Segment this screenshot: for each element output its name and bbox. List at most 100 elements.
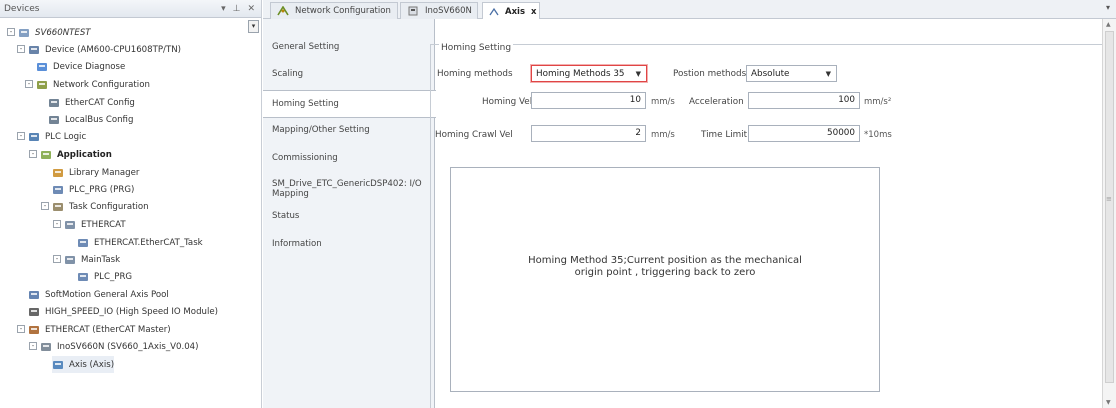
tree-item-plc-prg-prg[interactable]: PLC_PRG (PRG) (52, 181, 134, 198)
side-tab-label: General Setting (272, 42, 340, 52)
network-icon (277, 5, 289, 16)
homing-vel-unit: mm/s (651, 97, 675, 107)
tree-collapse-icon[interactable]: - (29, 342, 37, 350)
tree-collapse-icon[interactable]: - (17, 132, 25, 140)
tree-collapse-icon[interactable]: - (17, 325, 25, 333)
editor-vertical-scrollbar[interactable]: ▲ ≡ ▼ (1102, 19, 1116, 408)
tree-item-application[interactable]: - Application (29, 146, 112, 163)
panel-menu-icon[interactable]: ▾ (221, 4, 226, 14)
homing-methods-select[interactable]: Homing Methods 35 ▼ (531, 65, 647, 82)
tab-inosv660n[interactable]: InoSV660N (400, 2, 478, 19)
side-tab-general-setting[interactable]: General Setting (263, 37, 435, 57)
side-tab-status[interactable]: Status (263, 206, 435, 226)
devices-panel-title: Devices (4, 3, 40, 14)
tree-item-plc-logic[interactable]: - PLC Logic (17, 128, 86, 145)
tree-item-ethercat[interactable]: - ETHERCAT (53, 216, 126, 233)
tree-item-label: ETHERCAT (EtherCAT Master) (45, 324, 171, 335)
homing-vel-input[interactable]: 10 (531, 92, 646, 109)
homing-crawl-vel-input[interactable]: 2 (531, 125, 646, 142)
settings-side-tabs: General Setting Scaling Homing Setting M… (263, 19, 436, 408)
module-icon (28, 306, 41, 318)
tree-item-label: PLC_PRG (PRG) (69, 184, 135, 195)
master-icon (28, 324, 41, 336)
tree-item-library-manager[interactable]: Library Manager (52, 164, 139, 181)
tree-item-label: Axis (Axis) (69, 359, 115, 370)
tree-item-label: Device (AM600-CPU1608TP/TN) (45, 44, 181, 55)
side-tab-homing-setting[interactable]: Homing Setting (263, 90, 436, 118)
tree-scroll-button[interactable]: ▾ (248, 20, 259, 33)
tree-item-label: Task Configuration (69, 201, 149, 212)
tree-item-label: SV660NTEST (35, 27, 91, 38)
diagnose-icon (36, 61, 49, 73)
homing-crawl-vel-label: Homing Crawl Vel (435, 130, 513, 140)
side-tab-commissioning[interactable]: Commissioning (263, 148, 435, 168)
tree-collapse-icon[interactable]: - (41, 202, 49, 210)
acceleration-unit: mm/s² (864, 97, 892, 107)
tree-item-label: HIGH_SPEED_IO (High Speed IO Module) (45, 306, 218, 317)
side-tab-io-mapping[interactable]: SM_Drive_ETC_GenericDSP402: I/O Mapping (263, 172, 435, 206)
tree-item-inosv660n-sv660-1axis-v0-04[interactable]: - InoSV660N (SV660_1Axis_V0.04) (29, 338, 198, 355)
side-tab-label: Status (272, 211, 300, 221)
homing-methods-value: Homing Methods 35 (536, 68, 625, 79)
position-methods-select[interactable]: Absolute ▼ (746, 65, 837, 82)
tree-item-sv660ntest[interactable]: - SV660NTEST (7, 24, 91, 41)
tree-item-ethercat-config[interactable]: EtherCAT Config (48, 94, 135, 111)
acceleration-input[interactable]: 100 (748, 92, 860, 109)
chevron-down-icon: ▼ (825, 70, 831, 78)
tree-collapse-icon[interactable]: - (53, 220, 61, 228)
tree-item-plc-prg[interactable]: PLC_PRG (77, 268, 132, 285)
chevron-down-icon: ▼ (635, 70, 641, 78)
side-tab-mapping-other-setting[interactable]: Mapping/Other Setting (263, 120, 435, 140)
tree-collapse-icon[interactable]: - (25, 80, 33, 88)
homing-description-line2: origin point , triggering back to zero (574, 267, 756, 278)
tree-collapse-icon[interactable]: - (29, 150, 37, 158)
tree-item-network-configuration[interactable]: - Network Configuration (25, 76, 150, 93)
task-config-icon (52, 201, 65, 213)
tab-label: InoSV660N (425, 6, 472, 16)
tree-item-localbus-config[interactable]: LocalBus Config (48, 111, 133, 128)
homing-setting-group-title: Homing Setting (439, 43, 514, 53)
homing-description-box: Homing Method 35;Current position as the… (450, 167, 880, 392)
task-icon (64, 254, 77, 266)
tree-item-high-speed-io-high-speed-io-module[interactable]: HIGH_SPEED_IO (High Speed IO Module) (28, 303, 218, 320)
tab-list-dropdown-icon[interactable]: ▾ (1106, 3, 1110, 12)
tree-item-label: Library Manager (69, 167, 140, 178)
tree-item-label: LocalBus Config (65, 114, 134, 125)
acceleration-label: Acceleration (689, 97, 744, 107)
side-tab-label: Homing Setting (272, 99, 339, 109)
tab-network-configuration[interactable]: Network Configuration (270, 2, 398, 19)
scroll-up-icon[interactable]: ▲ (1106, 21, 1111, 28)
tree-item-device-diagnose[interactable]: Device Diagnose (36, 58, 125, 75)
side-tab-information[interactable]: Information (263, 234, 435, 254)
program-icon (77, 237, 90, 249)
tree-item-device-am600-cpu1608tp-tn[interactable]: - Device (AM600-CPU1608TP/TN) (17, 41, 181, 58)
tree-collapse-icon[interactable]: - (53, 255, 61, 263)
tree-item-axis-axis[interactable]: Axis (Axis) (52, 356, 115, 373)
tree-item-softmotion-general-axis-pool[interactable]: SoftMotion General Axis Pool (28, 286, 169, 303)
tree-item-label: Network Configuration (53, 79, 150, 90)
side-tab-label: Information (272, 239, 322, 249)
scrollbar-thumb[interactable] (1105, 31, 1114, 383)
device-icon (28, 44, 41, 56)
devices-panel: Devices ▾ ⊥ ✕ ▾ - SV660NTEST - Device (AM60… (0, 0, 262, 408)
tree-collapse-icon[interactable]: - (7, 28, 15, 36)
tree-item-ethercat-ethercat-master[interactable]: - ETHERCAT (EtherCAT Master) (17, 321, 171, 338)
tree-item-label: Device Diagnose (53, 61, 126, 72)
panel-close-icon[interactable]: ✕ (247, 4, 255, 14)
tab-close-icon[interactable]: x (531, 7, 536, 17)
tree-item-ethercat-ethercat-task[interactable]: ETHERCAT.EtherCAT_Task (77, 234, 203, 251)
editor-tab-bar: Network Configuration InoSV660N Axis x ▾ (263, 0, 1116, 20)
time-limit-input[interactable]: 50000 (748, 125, 860, 142)
scroll-down-icon[interactable]: ▼ (1106, 399, 1111, 406)
tree-item-task-configuration[interactable]: - Task Configuration (41, 198, 149, 215)
tree-item-maintask[interactable]: - MainTask (53, 251, 120, 268)
panel-pin-icon[interactable]: ⊥ (233, 4, 241, 14)
tab-axis[interactable]: Axis x (482, 2, 540, 20)
side-tab-label: Commissioning (272, 153, 338, 163)
tree-collapse-icon[interactable]: - (17, 45, 25, 53)
position-methods-value: Absolute (751, 68, 790, 79)
network-icon (36, 79, 49, 91)
side-tab-scaling[interactable]: Scaling (263, 64, 435, 84)
project-icon (18, 27, 31, 39)
tab-label: Network Configuration (295, 6, 391, 16)
